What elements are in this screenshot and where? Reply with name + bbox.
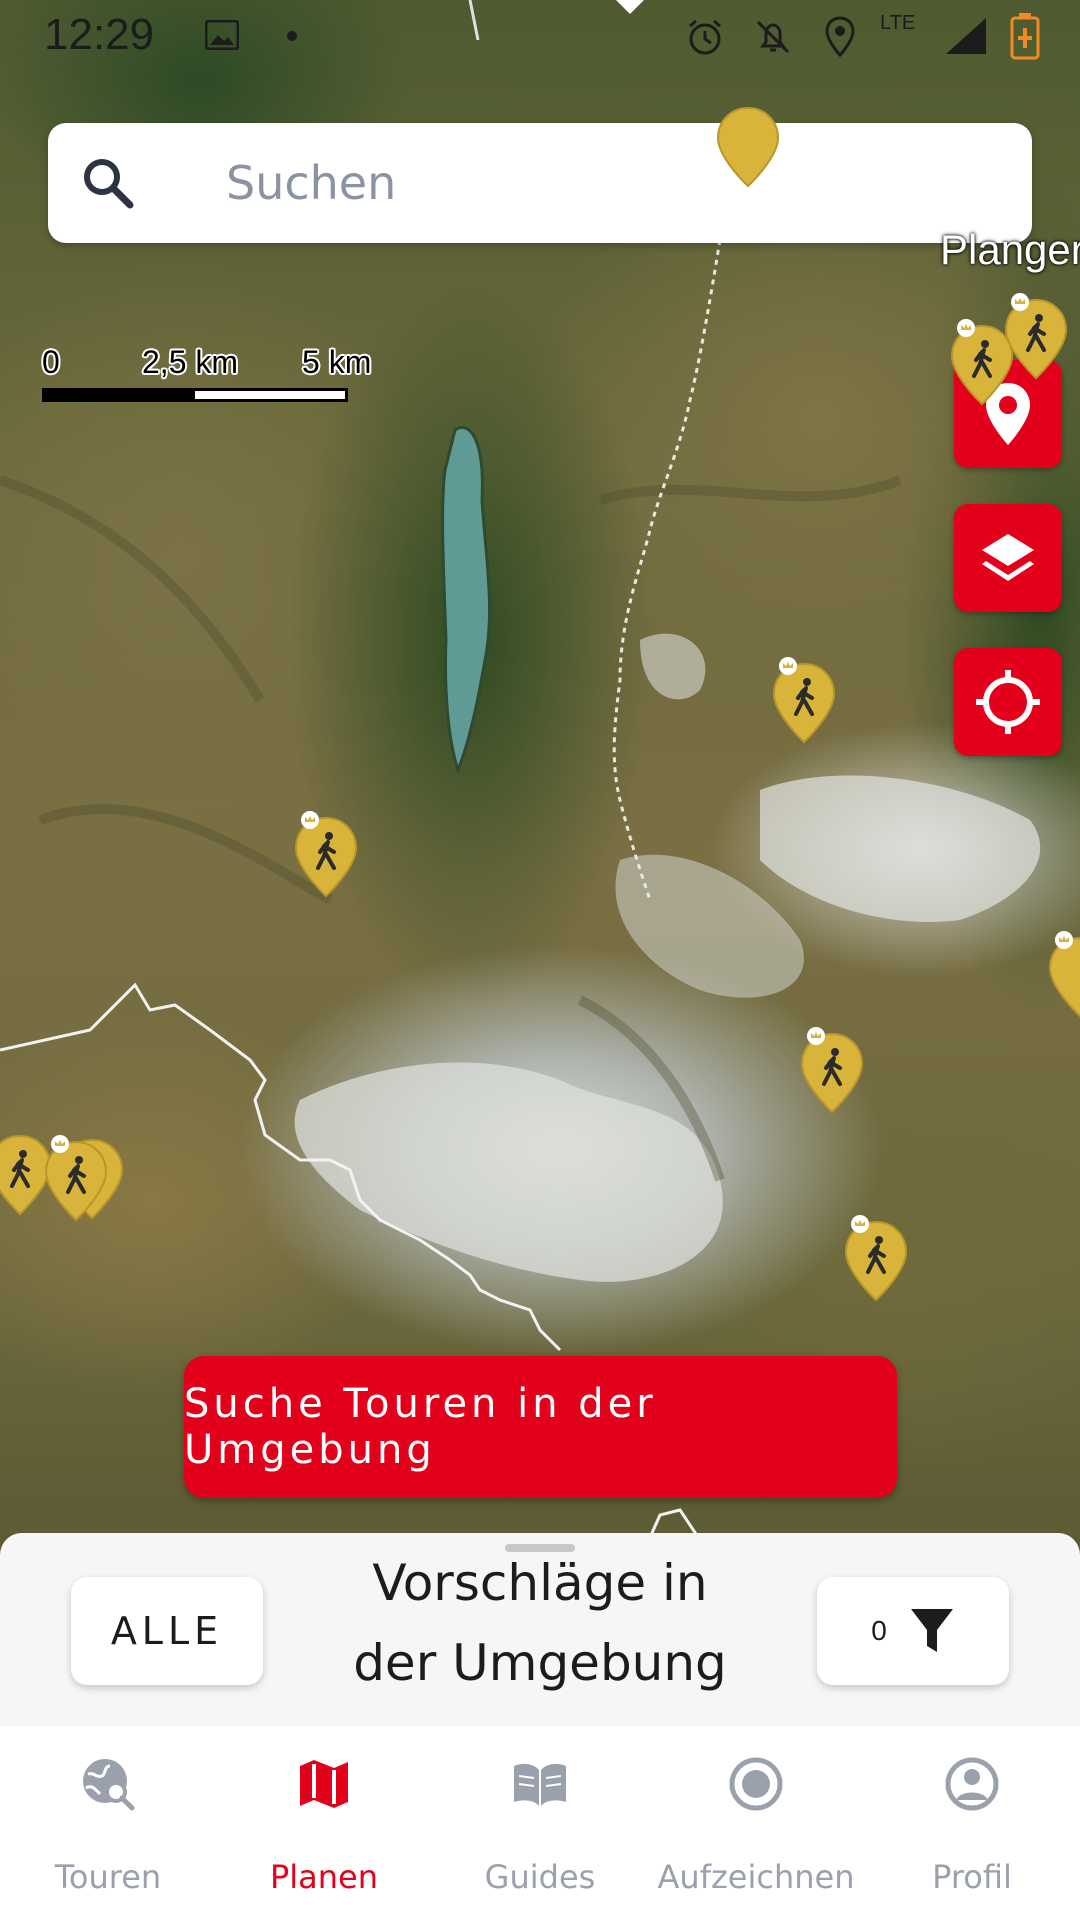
bottom-navigation: Touren Planen Guides Aufzeichnen Profil [0,1726,1080,1920]
search-input[interactable] [226,145,986,221]
layers-button[interactable] [954,504,1062,612]
tour-marker[interactable] [768,656,840,746]
image-icon [205,20,239,50]
map-place-label: Plangerο [940,226,1080,273]
scale-bar [42,388,348,402]
nav-label: Aufzeichnen [657,1858,855,1896]
record-icon [729,1757,783,1811]
tour-marker[interactable] [946,318,1018,408]
search-bar[interactable] [48,123,1032,243]
sheet-title: Vorschläge in der Umgebung [353,1554,727,1692]
nav-item-profil[interactable]: Profil [864,1726,1080,1920]
glacier-b [760,775,1041,922]
dot-icon [287,31,297,41]
lake [441,426,492,775]
hiking-marker-icon [844,1215,908,1302]
search-icon[interactable] [78,153,138,213]
hiking-marker-icon [1048,931,1080,1018]
filter-button[interactable]: 0 [817,1577,1009,1685]
status-bar: 12:29 LTE [0,0,1080,72]
tour-marker[interactable] [712,100,784,190]
location-icon [825,16,855,58]
filter-icon [910,1609,953,1652]
scale-label-max: 5 km [302,344,372,380]
map-icon [300,1760,348,1808]
tour-marker[interactable] [796,1026,868,1116]
user-circle-icon [945,1757,999,1811]
hiking-marker-icon [294,811,358,898]
hiking-marker-icon [44,1135,108,1222]
glacier-a [294,1062,723,1282]
scale-label-mid: 2,5 km [142,344,239,380]
hiking-marker-icon [800,1027,864,1114]
glacier-c [615,854,804,998]
snow-patch [640,633,706,700]
map-scale: 0 2,5 km 5 km [42,344,382,404]
globe-search-icon [83,1759,135,1811]
crosshair-icon [976,670,1040,734]
scale-label-0: 0 [42,344,60,380]
network-label: LTE [880,12,916,34]
battery-charging-icon [1010,13,1040,60]
tour-marker[interactable] [840,1214,912,1304]
tour-marker[interactable] [1044,930,1080,1020]
nav-label: Touren [54,1858,162,1896]
tour-marker[interactable] [290,810,362,900]
tour-marker[interactable] [40,1134,112,1224]
nav-label: Profil [932,1858,1012,1896]
suggestions-sheet[interactable]: Vorschläge in der Umgebung ALLE 0 [0,1533,1080,1733]
nav-label: Guides [484,1858,596,1896]
layers-icon [982,534,1034,581]
nav-item-planen[interactable]: Planen [216,1726,432,1920]
filter-count: 0 [871,1615,887,1646]
book-open-icon [514,1763,566,1806]
bell-off-icon [756,20,790,54]
nav-item-aufzeichnen[interactable]: Aufzeichnen [648,1726,864,1920]
nav-item-guides[interactable]: Guides [432,1726,648,1920]
hiking-marker-icon [716,106,780,188]
hiking-marker-icon [772,657,836,744]
trail-line [612,239,722,901]
nav-label: Planen [269,1858,379,1896]
my-location-button[interactable] [954,648,1062,756]
hiking-marker-icon [950,319,1014,406]
alarm-icon [689,19,721,55]
nav-item-touren[interactable]: Touren [0,1726,216,1920]
signal-icon [946,18,986,54]
status-time: 12:29 [44,10,155,59]
search-nearby-tours-button[interactable]: Suche Touren in der Umgebung [184,1356,897,1498]
all-button[interactable]: ALLE [71,1577,263,1685]
